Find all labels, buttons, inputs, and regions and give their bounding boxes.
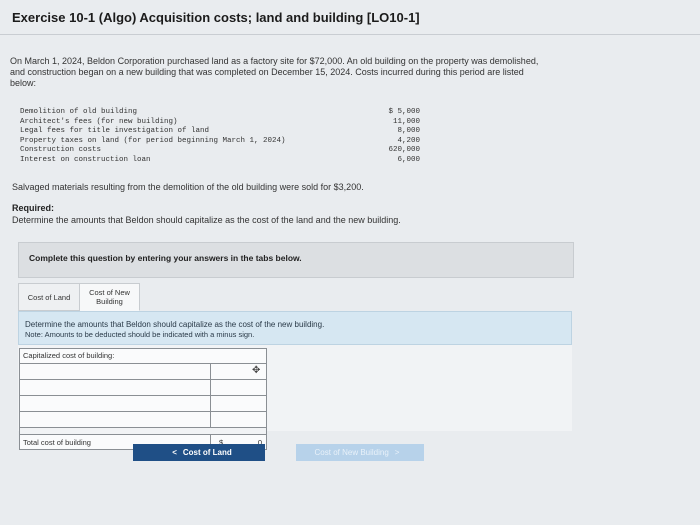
salvage-note: Salvaged materials resulting from the de… — [12, 182, 364, 192]
problem-intro: On March 1, 2024, Beldon Corporation pur… — [10, 56, 650, 89]
instruction-box: Complete this question by entering your … — [18, 242, 574, 278]
page-title: Exercise 10-1 (Algo) Acquisition costs; … — [12, 10, 420, 25]
table-row — [20, 380, 266, 396]
instruction-text: Complete this question by entering your … — [29, 253, 302, 263]
cost-value: 620,000 — [388, 146, 420, 155]
tab-cost-of-land[interactable]: Cost of Land — [18, 283, 80, 311]
row-label-input[interactable] — [20, 364, 211, 379]
row-amount-input[interactable] — [211, 396, 266, 411]
intro-line-2: and construction began on a new building… — [10, 67, 524, 77]
row-label-input[interactable] — [20, 396, 211, 411]
row-amount-input[interactable] — [211, 380, 266, 395]
total-label: Total cost of building — [23, 438, 91, 447]
tab-cost-of-new-building[interactable]: Cost of New Building — [80, 283, 140, 311]
panel-instruction-line: Determine the amounts that Beldon should… — [25, 320, 325, 329]
cost-label: Legal fees for title investigation of la… — [20, 127, 210, 136]
panel-note-line: Note: Amounts to be deducted should be i… — [25, 330, 255, 339]
row-amount-input[interactable] — [211, 412, 266, 427]
cost-value: 6,000 — [397, 155, 420, 164]
cost-label: Architect's fees (for new building) — [20, 117, 178, 126]
cost-label: Interest on construction loan — [20, 155, 151, 164]
table-row — [20, 412, 266, 428]
row-amount-input[interactable]: ✥ — [211, 364, 266, 379]
cost-row: Property taxes on land (for period begin… — [20, 137, 420, 147]
row-label-input[interactable] — [20, 412, 211, 427]
chevron-right-icon: > — [394, 448, 400, 457]
cost-row: Legal fees for title investigation of la… — [20, 127, 420, 137]
cost-value: 8,000 — [397, 127, 420, 136]
row-label-input[interactable] — [20, 380, 211, 395]
next-tab-label: Cost of New Building — [314, 448, 389, 457]
panel-instructions: Determine the amounts that Beldon should… — [18, 311, 572, 345]
table-spacer-row — [20, 428, 266, 435]
answer-tabs: Cost of Land Cost of New Building — [18, 283, 140, 311]
cost-label: Construction costs — [20, 146, 102, 155]
cost-label: Demolition of old building — [20, 108, 138, 116]
table-header: Capitalized cost of building: — [20, 349, 266, 364]
intro-line-1: On March 1, 2024, Beldon Corporation pur… — [10, 56, 539, 66]
next-tab-button[interactable]: Cost of New Building > — [296, 444, 424, 461]
required-heading: Required: — [12, 203, 55, 213]
prev-tab-label: Cost of Land — [182, 448, 232, 457]
cost-row: Interest on construction loan 6,000 — [20, 156, 420, 166]
cursor-crosshair-icon: ✥ — [252, 365, 261, 376]
header-divider — [0, 34, 700, 35]
capitalized-cost-table: Capitalized cost of building: ✥ Total co… — [19, 348, 267, 450]
intro-line-3: below: — [10, 78, 37, 88]
table-row: ✥ — [20, 364, 266, 380]
cost-value: $ 5,000 — [388, 108, 420, 116]
cost-value: 4,200 — [397, 136, 420, 145]
required-text: Determine the amounts that Beldon should… — [12, 215, 401, 225]
table-header-label: Capitalized cost of building: — [23, 351, 115, 360]
table-row — [20, 396, 266, 412]
cost-value: 11,000 — [392, 117, 420, 126]
cost-row: Construction costs 620,000 — [20, 146, 420, 156]
chevron-left-icon: < — [172, 448, 177, 457]
cost-row: Demolition of old building $ 5,000 — [20, 108, 420, 118]
cost-list: Demolition of old building $ 5,000 Archi… — [20, 108, 420, 166]
prev-tab-button[interactable]: < Cost of Land — [133, 444, 265, 461]
cost-row: Architect's fees (for new building) 11,0… — [20, 118, 420, 128]
cost-label: Property taxes on land (for period begin… — [20, 136, 286, 145]
